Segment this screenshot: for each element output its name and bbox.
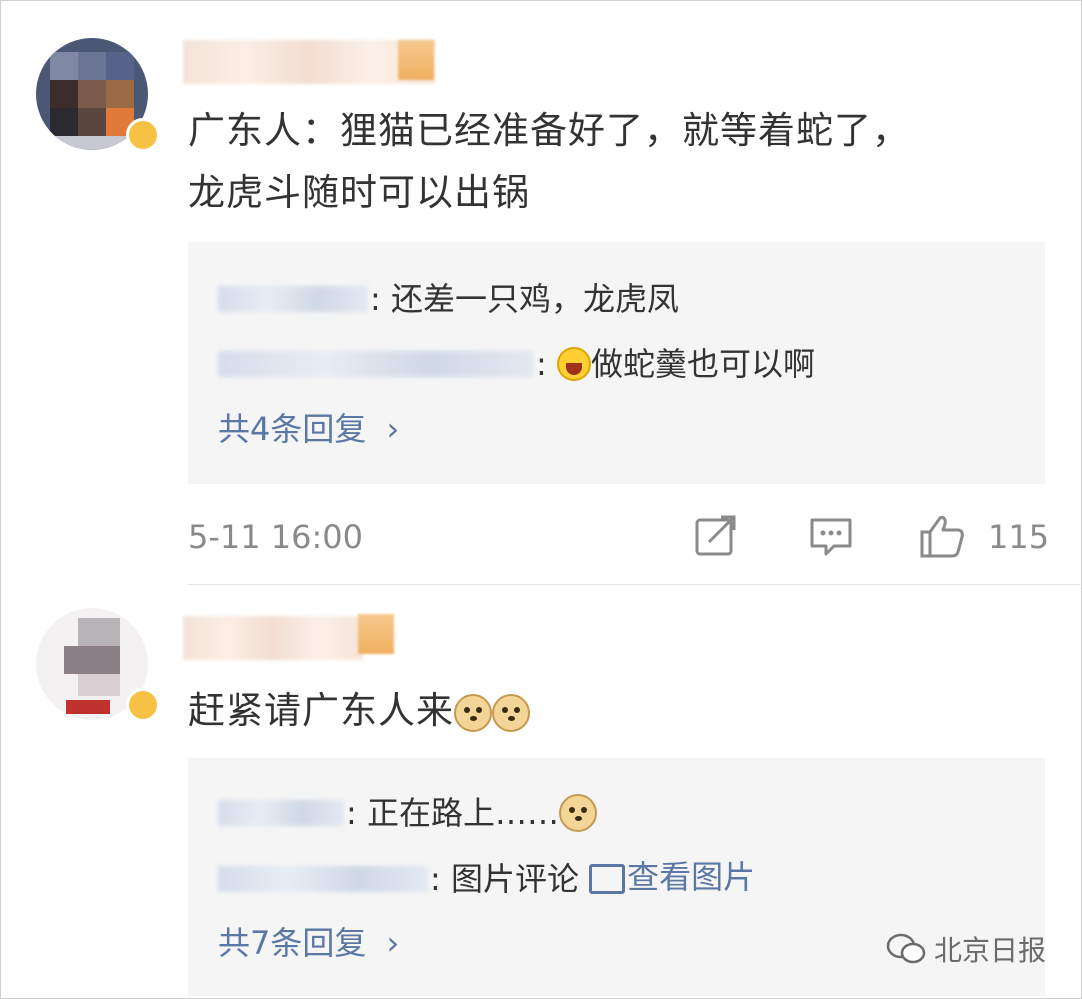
comment-icon[interactable] (808, 512, 854, 558)
username-blurred[interactable] (183, 616, 363, 660)
timestamp: 5-11 16:00 (188, 518, 364, 556)
member-badge-icon (398, 40, 434, 80)
reply-text: : 图片评论 (430, 860, 579, 898)
divider (188, 584, 1082, 585)
reply-item[interactable]: : 还差一只鸡，龙虎凤 (218, 272, 679, 322)
watermark-text: 北京日报 (933, 934, 1046, 967)
doge-emoji-icon (558, 794, 597, 832)
like-count: 115 (988, 518, 1050, 556)
chevron-right-icon: › (386, 924, 400, 962)
reply-username-blurred[interactable] (218, 866, 428, 892)
reply-username-blurred[interactable] (218, 351, 534, 377)
chevron-right-icon: › (386, 410, 400, 448)
wechat-icon (886, 933, 926, 964)
comment-text-line: 龙虎斗随时可以出锅 (188, 171, 530, 214)
reply-username-blurred[interactable] (218, 286, 368, 312)
watermark: 北京日报 (886, 929, 1046, 969)
view-image-label: 查看图片 (627, 858, 756, 896)
reply-text: : 正在路上…… (346, 794, 559, 832)
view-image-link[interactable]: 查看图片 (589, 858, 755, 896)
comment-text: 广东人：狸猫已经准备好了，就等着蛇了， 龙虎斗随时可以出锅 (188, 100, 910, 224)
reply-text: : 还差一只鸡，龙虎凤 (370, 280, 679, 318)
comment-meta: 5-11 16:00 115 (188, 512, 1049, 562)
reply-text: 做蛇羹也可以啊 (590, 345, 815, 383)
reply-username-blurred[interactable] (218, 800, 344, 826)
comment-text-line: 广东人：狸猫已经准备好了，就等着蛇了， (188, 109, 910, 152)
comment-text: 赶紧请广东人来 (188, 680, 530, 742)
member-badge-icon (358, 614, 394, 654)
comment-text-line: 赶紧请广东人来 (188, 689, 454, 732)
reply-colon: : (536, 345, 557, 383)
reply-box: : 还差一只鸡，龙虎凤 : 做蛇羹也可以啊 共4条回复 › (188, 242, 1045, 484)
doge-emoji-icon (492, 693, 530, 732)
more-replies-link[interactable]: 共7条回复 › (218, 918, 399, 968)
doge-emoji-icon (454, 693, 492, 732)
verified-badge-icon (126, 118, 160, 152)
more-replies-label: 共7条回复 (218, 924, 367, 962)
reply-item[interactable]: : 做蛇羹也可以啊 (218, 337, 815, 387)
repost-icon[interactable] (693, 512, 739, 558)
reply-item[interactable]: : 图片评论 查看图片 (218, 852, 755, 902)
reply-item[interactable]: : 正在路上…… (218, 786, 597, 836)
like-icon[interactable] (918, 512, 966, 560)
more-replies-link[interactable]: 共4条回复 › (218, 404, 399, 454)
laughing-emoji-icon (556, 347, 591, 381)
image-icon (589, 864, 626, 894)
more-replies-label: 共4条回复 (218, 410, 367, 448)
verified-badge-icon (126, 688, 160, 722)
